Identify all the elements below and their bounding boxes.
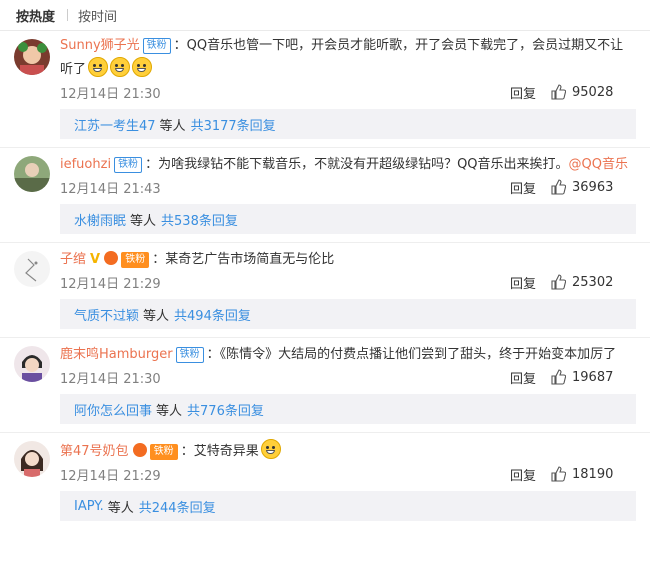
comment-timestamp: 12月14日 21:30	[60, 371, 161, 387]
comment-item: 第47号奶包 铁粉 ：艾特奇异果 12月14日 21:29 回复 18190 IA…	[0, 433, 650, 521]
comment-meta: 12月14日 21:43 回复 36963	[60, 176, 650, 198]
thumbs-up-icon	[551, 179, 566, 195]
sort-divider	[67, 9, 69, 21]
reply-button[interactable]: 回复	[510, 178, 536, 197]
reply-summary-suffix: 等人	[156, 403, 183, 419]
comment-item: Sunny狮子光 铁粉 ：QQ音乐也管一下吧，开会员才能听歌，开了会员下载完了，会员…	[0, 31, 650, 148]
user-avatar[interactable]	[14, 441, 50, 477]
reply-button[interactable]: 回复	[510, 273, 536, 292]
like-button[interactable]: 95028	[550, 84, 650, 100]
iron-fan-badge: 铁粉	[142, 38, 171, 54]
comment-item: iefuohzi 铁粉 ：为啥我绿钻不能下载音乐，不就没有开超级绿钻吗？QQ音乐出来…	[0, 148, 650, 243]
sort-by-time-tab[interactable]: 按时间	[78, 6, 117, 25]
crying-emoji-icon	[132, 57, 153, 77]
mention-link[interactable]: @QQ音乐	[569, 157, 628, 172]
comment-timestamp: 12月14日 21:43	[60, 181, 161, 197]
reply-summary[interactable]: 阿你怎么回事 等人 共776条回复	[60, 394, 636, 424]
reply-summary[interactable]: 气质不过颖 等人 共494条回复	[60, 299, 636, 329]
comment-text: 第47号奶包 铁粉 ：艾特奇异果	[60, 439, 650, 463]
reply-summary-count[interactable]: 共494条回复	[174, 305, 251, 324]
like-count: 19687	[572, 369, 614, 385]
thumbs-up-icon	[551, 466, 566, 482]
thumbs-up-icon	[551, 84, 566, 100]
comment-text: Sunny狮子光 铁粉 ：QQ音乐也管一下吧，开会员才能听歌，开了会员下载完了，会员…	[60, 35, 650, 57]
comment-timestamp: 12月14日 21:30	[60, 86, 161, 102]
comment-meta: 12月14日 21:30 回复 19687	[60, 366, 650, 388]
comment-list: Sunny狮子光 铁粉 ：QQ音乐也管一下吧，开会员才能听歌，开了会员下载完了，会员…	[0, 30, 650, 521]
comment-body: ：为啥我绿钻不能下载音乐，不就没有开超级绿钻吗？QQ音乐出来挨打。	[145, 157, 569, 172]
iron-fan-badge: 铁粉	[114, 157, 143, 173]
like-button[interactable]: 36963	[550, 179, 650, 195]
comment-text: 鹿末鸣Hamburger 铁粉 ：《陈情令》大结局的付费点播让他们尝到了甜头，终于开…	[60, 344, 650, 366]
like-count: 95028	[572, 84, 614, 100]
thumbs-up-icon	[551, 274, 566, 290]
comment-text-line2: 听了	[60, 57, 650, 81]
comment-body: ：艾特奇异果	[180, 444, 259, 459]
reply-button[interactable]: 回复	[510, 465, 536, 484]
iron-fan-badge: 铁粉	[175, 347, 204, 363]
reply-summary[interactable]: 江苏一考生47 等人 共3177条回复	[60, 109, 636, 139]
reply-summary[interactable]: IAPY. 等人 共244条回复	[60, 491, 636, 521]
reply-summary-user[interactable]: IAPY.	[74, 499, 104, 514]
comment-item: 鹿末鸣Hamburger 铁粉 ：《陈情令》大结局的付费点播让他们尝到了甜头，终于开…	[0, 338, 650, 433]
comment-item: 子绾 V 铁粉 ：某奇艺广告市场简直无与伦比 12月14日 21:29 回复 253…	[0, 243, 650, 338]
like-button[interactable]: 19687	[550, 369, 650, 385]
comment-body-cont: 听了	[60, 62, 87, 77]
iron-fan-badge: 铁粉	[149, 444, 178, 460]
reply-button[interactable]: 回复	[510, 83, 536, 102]
reply-summary-count[interactable]: 共776条回复	[187, 400, 264, 419]
like-count: 36963	[572, 179, 614, 195]
reply-summary-count[interactable]: 共3177条回复	[191, 115, 276, 134]
thumbs-up-icon	[551, 369, 566, 385]
reply-summary-user[interactable]: 江苏一考生47	[74, 115, 156, 134]
comment-username[interactable]: Sunny狮子光	[60, 38, 140, 53]
sort-by-hot-tab[interactable]: 按热度	[16, 6, 55, 25]
reply-summary-user[interactable]: 水榭雨眠	[74, 210, 126, 229]
fan-level-icon	[104, 251, 119, 265]
comment-username[interactable]: 子绾	[60, 252, 86, 267]
comment-username[interactable]: 鹿末鸣Hamburger	[60, 347, 173, 362]
comment-body: ：《陈情令》大结局的付费点播让他们尝到了甜头，终于开始变本加厉了	[206, 347, 617, 362]
comment-timestamp: 12月14日 21:29	[60, 468, 161, 484]
sort-bar: 按热度 按时间	[0, 0, 650, 30]
comment-body: ：QQ音乐也管一下吧，开会员才能听歌，开了会员下载完了，会员过期又不让	[173, 38, 624, 53]
comment-timestamp: 12月14日 21:29	[60, 276, 161, 292]
fan-level-icon	[132, 443, 147, 457]
reply-summary-user[interactable]: 阿你怎么回事	[74, 400, 152, 419]
crying-emoji-icon	[88, 57, 109, 77]
reply-button[interactable]: 回复	[510, 368, 536, 387]
verified-v-icon: V	[90, 252, 101, 267]
comment-meta: 12月14日 21:30 回复 95028	[60, 81, 650, 103]
user-avatar[interactable]	[14, 346, 50, 382]
like-count: 18190	[572, 466, 614, 482]
comment-text: iefuohzi 铁粉 ：为啥我绿钻不能下载音乐，不就没有开超级绿钻吗？QQ音乐出来…	[60, 154, 650, 176]
reply-summary-suffix: 等人	[143, 308, 170, 324]
reply-summary-suffix: 等人	[107, 500, 134, 516]
comment-text: 子绾 V 铁粉 ：某奇艺广告市场简直无与伦比	[60, 249, 650, 271]
user-avatar[interactable]	[14, 251, 50, 287]
like-count: 25302	[572, 274, 614, 290]
comment-meta: 12月14日 21:29 回复 25302	[60, 271, 650, 293]
reply-summary-count[interactable]: 共244条回复	[139, 497, 216, 516]
reply-summary-count[interactable]: 共538条回复	[161, 210, 238, 229]
comment-username[interactable]: iefuohzi	[60, 157, 111, 172]
reply-summary[interactable]: 水榭雨眠 等人 共538条回复	[60, 204, 636, 234]
comment-meta: 12月14日 21:29 回复 18190	[60, 463, 650, 485]
like-button[interactable]: 25302	[550, 274, 650, 290]
comment-body: ：某奇艺广告市场简直无与伦比	[152, 252, 335, 267]
iron-fan-badge: 铁粉	[121, 252, 150, 268]
comment-username[interactable]: 第47号奶包	[60, 444, 129, 459]
reply-summary-suffix: 等人	[130, 213, 157, 229]
crying-emoji-icon	[110, 57, 131, 77]
grinning-emoji-icon	[260, 439, 281, 459]
like-button[interactable]: 18190	[550, 466, 650, 482]
reply-summary-suffix: 等人	[159, 118, 186, 134]
user-avatar[interactable]	[14, 156, 50, 192]
user-avatar[interactable]	[14, 39, 50, 75]
reply-summary-user[interactable]: 气质不过颖	[74, 305, 139, 324]
